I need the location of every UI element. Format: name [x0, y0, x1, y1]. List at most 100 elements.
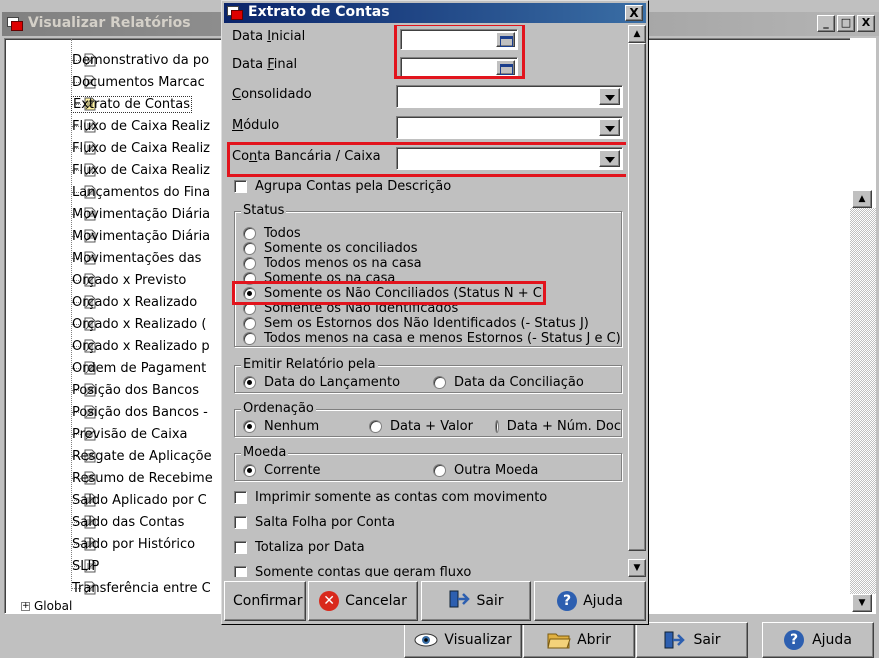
tree-item[interactable]: Saldo Aplicado por C [71, 489, 207, 511]
tree-item[interactable]: Lançamentos do Fina [71, 181, 210, 203]
ordenacao-data-valor-radio[interactable]: Data + Valor [369, 419, 473, 434]
tree-item[interactable]: Orçado x Previsto [71, 269, 186, 291]
chevron-down-icon[interactable] [599, 119, 620, 136]
tree-item[interactable]: Resumo de Recebime [71, 467, 213, 489]
checkbox-box[interactable] [234, 516, 247, 529]
moeda-corrente-radio[interactable]: Corrente [243, 463, 321, 478]
tree-item[interactable]: Documentos Marcac [71, 71, 205, 93]
checkbox-box[interactable] [234, 566, 247, 577]
emitir-legend: Emitir Relatório pela [241, 357, 378, 372]
tree-item[interactable]: Ordem de Pagament [71, 357, 206, 379]
radio-dot[interactable] [243, 464, 256, 477]
tree-item[interactable]: Posição dos Bancos - [71, 401, 208, 423]
tree-item[interactable]: Fluxo de Caixa Realiz [71, 159, 210, 181]
consolidado-select[interactable] [396, 85, 623, 108]
tree-item[interactable]: Transferência entre C [71, 577, 211, 599]
scroll-down-icon[interactable]: ▼ [852, 594, 872, 612]
radio-dot[interactable] [495, 420, 499, 433]
close-button[interactable]: X [857, 15, 875, 32]
scrollbar-thumb[interactable] [628, 43, 646, 551]
minimize-button[interactable]: _ [817, 15, 835, 32]
tree-item[interactable]: Movimentação Diária [71, 203, 210, 225]
scroll-up-icon[interactable]: ▲ [628, 25, 646, 43]
radio-dot[interactable] [243, 227, 256, 240]
confirmar-button[interactable]: Confirmar [224, 581, 306, 621]
ajuda-dialog-button[interactable]: ? Ajuda [534, 581, 646, 621]
dialog-scrollbar[interactable]: ▲ ▼ [628, 25, 646, 577]
cancelar-button[interactable]: ✕ Cancelar [308, 581, 418, 621]
tree-node-global-label: Global [34, 599, 73, 613]
emitir-lancamento-radio[interactable]: Data do Lançamento [243, 375, 400, 390]
contas-fluxo-checkbox[interactable]: Somente contas que geram fluxo [234, 565, 471, 577]
status-option-radio[interactable]: Todos [243, 226, 301, 241]
tree-item[interactable]: Saldo das Contas [71, 511, 184, 533]
radio-dot[interactable] [243, 332, 256, 345]
scroll-up-icon[interactable]: ▲ [852, 190, 872, 208]
salta-folha-checkbox[interactable]: Salta Folha por Conta [234, 515, 395, 530]
moeda-outra-radio[interactable]: Outra Moeda [433, 463, 538, 478]
tree-item[interactable]: Resgate de Aplicaçõe [71, 445, 212, 467]
ajuda-label: Ajuda [812, 632, 852, 648]
tree-item[interactable]: Movimentações das [71, 247, 201, 269]
status-option-radio[interactable]: Todos menos na casa e menos Estornos (- … [243, 331, 621, 346]
ajuda-button[interactable]: ? Ajuda [762, 622, 874, 658]
tree-item-label: Fluxo de Caixa Realiz [72, 118, 210, 134]
moeda-legend: Moeda [241, 445, 289, 460]
radio-dot[interactable] [433, 376, 446, 389]
radio-dot[interactable] [433, 464, 446, 477]
emitir-group: Emitir Relatório pela Data do Lançamento… [234, 357, 622, 393]
status-option-radio[interactable]: Somente os conciliados [243, 241, 417, 256]
imprimir-movimento-checkbox[interactable]: Imprimir somente as contas com movimento [234, 490, 547, 505]
checkbox-box[interactable] [234, 180, 247, 193]
checkbox-box[interactable] [234, 491, 247, 504]
tree-item[interactable]: SLIP [71, 555, 99, 577]
tree-node-global[interactable]: + Global [21, 599, 72, 613]
confirmar-label: Confirmar [233, 593, 303, 609]
sair-button[interactable]: Sair [636, 622, 748, 658]
tree-item-label: Documentos Marcac [72, 74, 205, 90]
tree-item-label: Transferência entre C [72, 580, 211, 596]
radio-dot[interactable] [243, 257, 256, 270]
radio-dot[interactable] [243, 420, 256, 433]
cancelar-label: Cancelar [345, 593, 407, 609]
radio-dot[interactable] [243, 242, 256, 255]
tree-item[interactable]: Extrato de Contas [71, 93, 192, 115]
modulo-select[interactable] [396, 116, 623, 139]
expand-icon[interactable]: + [21, 601, 30, 611]
status-option-radio[interactable]: Sem os Estornos dos Não Identificados (-… [243, 316, 589, 331]
agrupa-contas-checkbox[interactable]: Agrupa Contas pela Descrição [234, 179, 451, 194]
radio-dot[interactable] [243, 376, 256, 389]
background-button-bar: Visualizar Abrir Sair ? Ajuda [0, 622, 879, 658]
radio-dot[interactable] [243, 317, 256, 330]
totaliza-data-label: Totaliza por Data [255, 540, 365, 555]
status-option-radio[interactable]: Todos menos os na casa [243, 256, 422, 271]
tree-item[interactable]: Orçado x Realizado p [71, 335, 210, 357]
abrir-button[interactable]: Abrir [523, 622, 635, 658]
tree-item[interactable]: Previsão de Caixa [71, 423, 188, 445]
tree-item[interactable]: Posição dos Bancos [71, 379, 199, 401]
ordenacao-nenhum-radio[interactable]: Nenhum [243, 419, 319, 434]
totaliza-data-checkbox[interactable]: Totaliza por Data [234, 540, 365, 555]
tree-item[interactable]: Fluxo de Caixa Realiz [71, 115, 210, 137]
ordenacao-data-doc-radio[interactable]: Data + Núm. Doc [495, 419, 621, 434]
tree-item[interactable]: Fluxo de Caixa Realiz [71, 137, 210, 159]
dialog-title: Extrato de Contas [248, 4, 390, 20]
sair-dialog-button[interactable]: Sair [421, 581, 531, 621]
scroll-down-icon[interactable]: ▼ [628, 559, 646, 577]
tree-item[interactable]: Demonstrativo da po [71, 49, 209, 71]
dialog-close-button[interactable]: X [625, 5, 643, 21]
chevron-down-icon[interactable] [599, 88, 620, 105]
tree-item[interactable]: Movimentação Diária [71, 225, 210, 247]
tree-item-label: Resumo de Recebime [72, 470, 213, 486]
sair-label: Sair [693, 632, 721, 648]
radio-dot[interactable] [369, 420, 382, 433]
maximize-button[interactable]: □ [837, 15, 855, 32]
visualizar-button[interactable]: Visualizar [404, 622, 522, 658]
tree-item[interactable]: Orçado x Realizado ( [71, 313, 206, 335]
tree-item[interactable]: Orçado x Realizado [71, 291, 197, 313]
scrollbar-track[interactable] [850, 208, 876, 594]
emitir-conciliacao-radio[interactable]: Data da Conciliação [433, 375, 584, 390]
tree-scrollbar[interactable]: ▲ ▼ [850, 38, 876, 614]
tree-item[interactable]: Saldo por Histórico [71, 533, 195, 555]
checkbox-box[interactable] [234, 541, 247, 554]
